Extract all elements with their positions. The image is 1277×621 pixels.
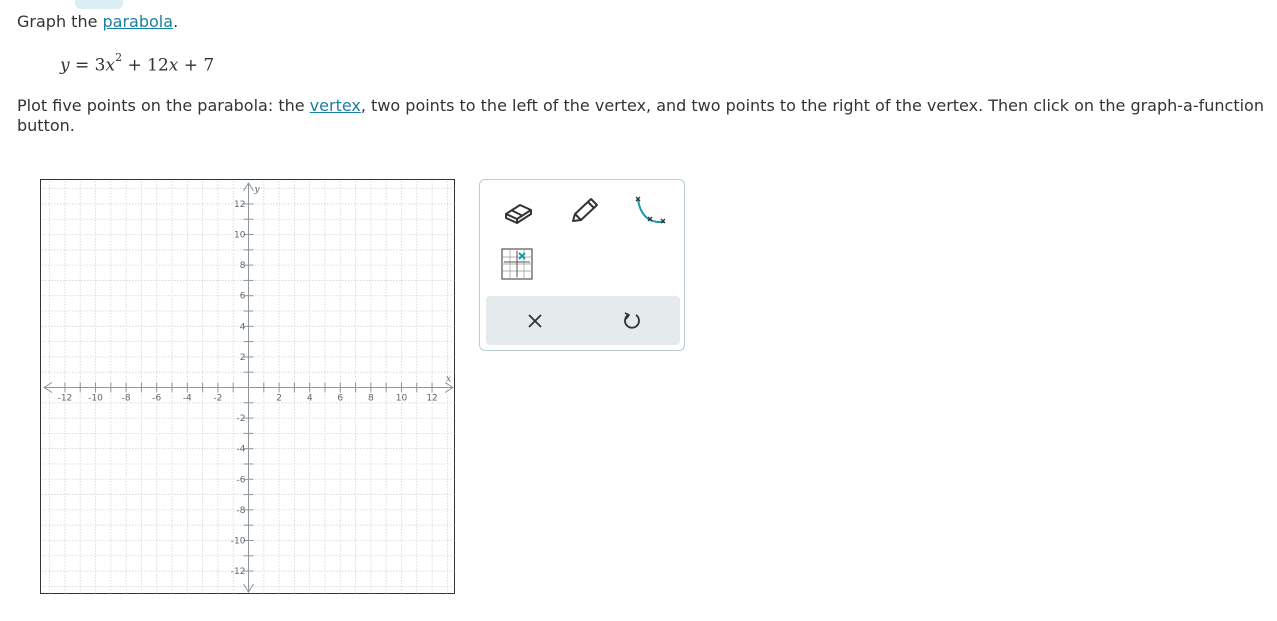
x-tick-label: 10 xyxy=(396,394,408,404)
y-tick-label: -6 xyxy=(237,475,246,485)
graph-a-function-tool[interactable] xyxy=(495,244,539,284)
action-bar xyxy=(486,296,680,345)
x-tick-label: -8 xyxy=(122,394,131,404)
undo-icon xyxy=(623,311,640,329)
top-tab[interactable] xyxy=(75,0,123,9)
x-tick-label: 6 xyxy=(337,394,343,404)
x-tick-label: -10 xyxy=(88,394,103,404)
x-tick-label: 8 xyxy=(368,394,374,404)
x-tick-label: -4 xyxy=(183,394,192,404)
y-tick-label: 6 xyxy=(240,292,246,302)
pencil-tool[interactable] xyxy=(561,190,605,230)
x-tick-label: 12 xyxy=(426,394,437,404)
prompt: Graph the parabola. xyxy=(17,12,179,31)
eraser-tool[interactable] xyxy=(496,190,540,230)
y-axis-title: y xyxy=(254,185,261,195)
y-tick-label: 8 xyxy=(240,261,246,271)
x-tick-label: -6 xyxy=(152,394,161,404)
eraser-icon xyxy=(505,204,532,224)
instructions: Plot five points on the parabola: the ve… xyxy=(17,96,1264,135)
close-icon xyxy=(527,313,542,328)
y-tick-label: -2 xyxy=(237,414,246,424)
equation: y = 3x2 + 12x + 7 xyxy=(60,51,215,76)
pencil-icon xyxy=(572,198,598,222)
x-axis-title: x xyxy=(446,375,451,385)
y-tick-label: -10 xyxy=(231,536,246,546)
graph-function-icon xyxy=(501,248,533,280)
x-tick-label: 4 xyxy=(307,394,313,404)
y-tick-label: 10 xyxy=(234,231,246,241)
y-tick-label: 2 xyxy=(240,353,246,363)
y-tick-label: 4 xyxy=(240,322,246,332)
y-tick-label: -12 xyxy=(231,567,246,577)
graph-area[interactable]: -12 -12 -10 -10 -8 -8 -6 -6 -4 -4 -2 -2 2 2 4 4 6 6 8 8 10 10… xyxy=(40,179,455,594)
y-tick-label: -4 xyxy=(237,445,246,455)
parabola-link[interactable]: parabola xyxy=(103,12,174,31)
parabola-tool[interactable] xyxy=(626,190,670,230)
y-tick-label: -8 xyxy=(237,506,246,516)
coordinate-plane[interactable]: -12 -12 -10 -10 -8 -8 -6 -6 -4 -4 -2 -2 2 2 4 4 6 6 8 8 10 10… xyxy=(41,180,456,595)
undo-button[interactable] xyxy=(583,296,680,345)
clear-button[interactable] xyxy=(486,296,583,345)
parabola-curve-icon xyxy=(635,196,666,224)
x-tick-label: 2 xyxy=(276,394,282,404)
x-tick-label: -2 xyxy=(213,394,222,404)
vertex-link[interactable]: vertex xyxy=(310,96,361,115)
toolbox xyxy=(479,179,685,351)
y-tick-label: 12 xyxy=(234,200,245,210)
x-tick-label: -12 xyxy=(58,394,73,404)
